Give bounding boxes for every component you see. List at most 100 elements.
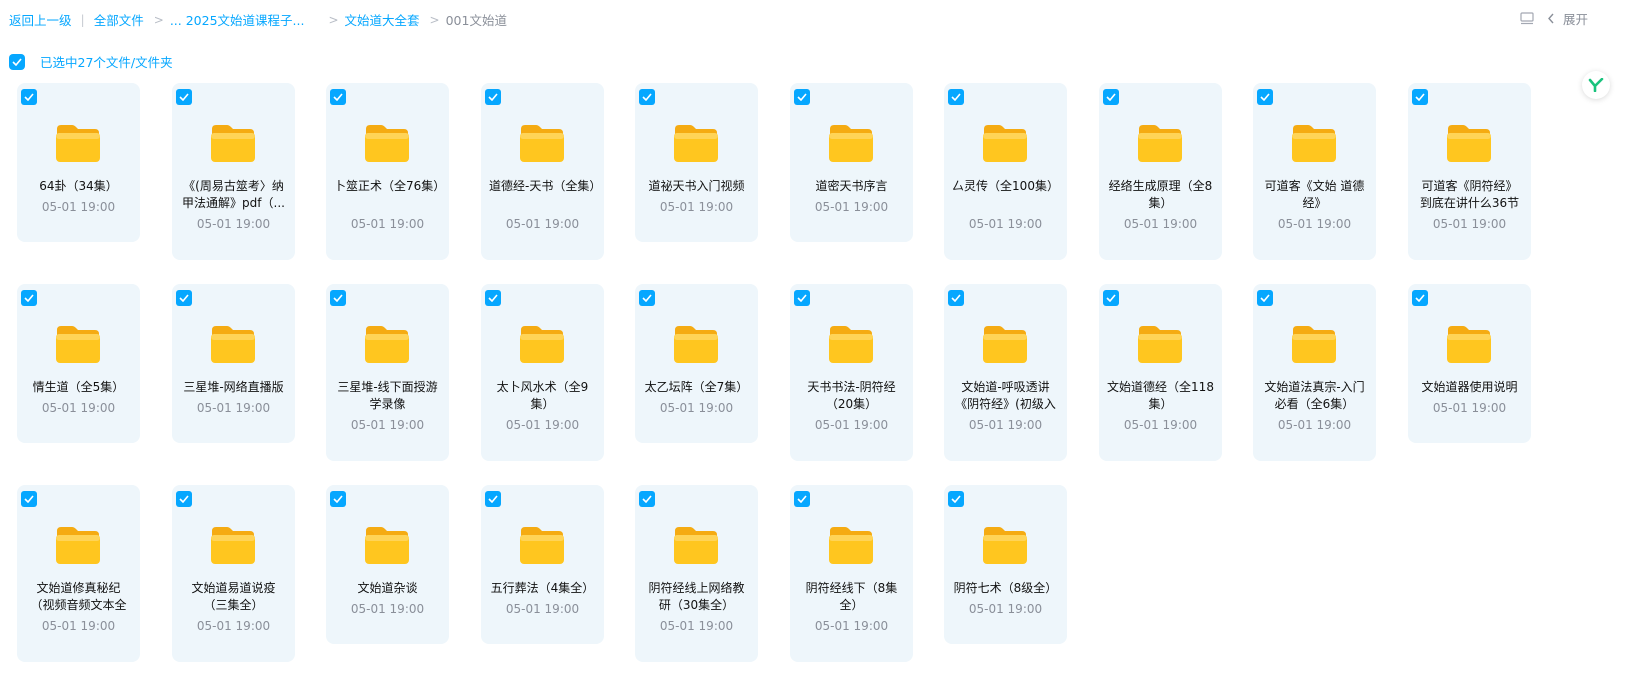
folder-card[interactable]: 文始道器使用说明 05-01 19:00: [1408, 284, 1531, 443]
folder-checkbox[interactable]: [176, 491, 192, 507]
folder-checkbox[interactable]: [485, 290, 501, 306]
folder-card[interactable]: 情生道（全5集） 05-01 19:00: [17, 284, 140, 443]
folder-checkbox[interactable]: [1257, 290, 1273, 306]
folder-checkbox[interactable]: [176, 89, 192, 105]
breadcrumb-item-collection[interactable]: 文始道大全套: [345, 10, 420, 29]
folder-card[interactable]: 太乙坛阵（全7集） 05-01 19:00: [635, 284, 758, 443]
folder-card[interactable]: 太卜风水术（全9集） 05-01 19:00: [481, 284, 604, 461]
folder-card[interactable]: 可道客《阴符经》到底在讲什么36节 05-01 19:00: [1408, 83, 1531, 260]
folder-checkbox[interactable]: [330, 89, 346, 105]
check-icon: [797, 495, 807, 503]
folder-checkbox[interactable]: [21, 290, 37, 306]
folder-card[interactable]: 文始道法真宗-入门必看（全6集） 05-01 19:00: [1253, 284, 1376, 461]
check-icon: [642, 93, 652, 101]
select-all-checkbox[interactable]: [9, 53, 25, 70]
folder-modified-time: 05-01 19:00: [659, 401, 734, 415]
folder-checkbox[interactable]: [1412, 290, 1428, 306]
folder-checkbox[interactable]: [330, 491, 346, 507]
folder-modified-time: 05-01 19:00: [41, 619, 116, 633]
folder-checkbox[interactable]: [794, 89, 810, 105]
folder-checkbox[interactable]: [948, 491, 964, 507]
folder-modified-time: 05-01 19:00: [814, 418, 889, 432]
storage-icon[interactable]: [1519, 11, 1535, 27]
folder-card[interactable]: 64卦（34集） 05-01 19:00: [17, 83, 140, 242]
breadcrumb-item-parent[interactable]: ... 2025文始道课程子...: [170, 10, 305, 29]
folder-name: 经络生成原理（全8集）: [1108, 179, 1213, 210]
folder-name: 阴符七术（8级全）: [953, 581, 1058, 595]
folder-checkbox[interactable]: [21, 89, 37, 105]
folder-card[interactable]: 五行葬法（4集全） 05-01 19:00: [481, 485, 604, 644]
check-icon: [179, 93, 189, 101]
breadcrumb-all-files[interactable]: 全部文件: [94, 10, 144, 29]
folder-modified-time: 05-01 19:00: [814, 619, 889, 633]
folder-checkbox[interactable]: [794, 290, 810, 306]
folder-icon: [1291, 123, 1337, 163]
assistant-badge[interactable]: [1582, 71, 1610, 99]
folder-checkbox[interactable]: [1257, 89, 1273, 105]
folder-card[interactable]: 三星堆-网络直播版 05-01 19:00: [172, 284, 295, 443]
folder-card[interactable]: 文始道易道说疫（三集全） 05-01 19:00: [172, 485, 295, 662]
folder-card[interactable]: 三星堆-线下面授游学录像 05-01 19:00: [326, 284, 449, 461]
folder-card[interactable]: 阴符经线下（8集全） 05-01 19:00: [790, 485, 913, 662]
folder-name: 文始道-呼吸透讲《阴符经》(初级入: [955, 380, 1056, 411]
check-icon: [179, 495, 189, 503]
folder-icon: [1291, 324, 1337, 364]
folder-checkbox[interactable]: [330, 290, 346, 306]
back-link[interactable]: 返回上一级: [9, 10, 72, 29]
folder-checkbox[interactable]: [639, 491, 655, 507]
folder-card[interactable]: 可道客《文始 道德经》 05-01 19:00: [1253, 83, 1376, 260]
folder-modified-time: 05-01 19:00: [814, 200, 889, 214]
folder-name: 可道客《文始 道德经》: [1264, 179, 1365, 210]
folder-card[interactable]: 《(周易古筮考〉纳甲法通解》pdf（... 05-01 19:00: [172, 83, 295, 260]
folder-icon: [55, 525, 101, 565]
folder-card[interactable]: 文始道德经（全118集） 05-01 19:00: [1099, 284, 1222, 461]
folder-modified-time: 05-01 19:00: [196, 217, 271, 231]
check-icon: [333, 495, 343, 503]
folder-checkbox[interactable]: [21, 491, 37, 507]
folder-modified-time: 05-01 19:00: [350, 418, 425, 432]
folder-checkbox[interactable]: [1412, 89, 1428, 105]
folder-modified-time: 05-01 19:00: [1277, 217, 1352, 231]
chevron-left-icon: [1548, 13, 1554, 24]
folder-checkbox[interactable]: [176, 290, 192, 306]
folder-name: 太乙坛阵（全7集）: [644, 380, 749, 394]
folder-checkbox[interactable]: [794, 491, 810, 507]
folder-checkbox[interactable]: [485, 89, 501, 105]
folder-icon: [673, 324, 719, 364]
folder-checkbox[interactable]: [1103, 290, 1119, 306]
folder-checkbox[interactable]: [639, 89, 655, 105]
folder-card[interactable]: 经络生成原理（全8集） 05-01 19:00: [1099, 83, 1222, 260]
folder-modified-time: 05-01 19:00: [659, 200, 734, 214]
check-icon: [24, 294, 34, 302]
folder-card[interactable]: 文始道修真秘纪（视频音频文本全 05-01 19:00: [17, 485, 140, 662]
folder-card[interactable]: 文始道杂谈 05-01 19:00: [326, 485, 449, 644]
folder-name: 道祕天书入门视频: [648, 179, 745, 193]
folder-name: 情生道（全5集）: [32, 380, 125, 394]
folder-checkbox[interactable]: [485, 491, 501, 507]
folder-icon: [1137, 324, 1183, 364]
folder-checkbox[interactable]: [1103, 89, 1119, 105]
expand-button[interactable]: 展开: [1547, 9, 1588, 28]
folder-name: 文始道易道说疫（三集全）: [191, 581, 276, 612]
folder-card[interactable]: 阴符经线上网络教研（30集全） 05-01 19:00: [635, 485, 758, 662]
folder-checkbox[interactable]: [948, 290, 964, 306]
folder-checkbox[interactable]: [639, 290, 655, 306]
folder-card[interactable]: 阴符七术（8级全） 05-01 19:00: [944, 485, 1067, 644]
folder-name: 五行葬法（4集全）: [490, 581, 595, 595]
folder-card[interactable]: 厶灵传（全100集） 05-01 19:00: [944, 83, 1067, 260]
folder-card[interactable]: 卜筮正术（全76集） 05-01 19:00: [326, 83, 449, 260]
folder-checkbox[interactable]: [948, 89, 964, 105]
check-icon: [488, 93, 498, 101]
folder-card[interactable]: 天书书法-阴符经（20集） 05-01 19:00: [790, 284, 913, 461]
folder-modified-time: 05-01 19:00: [196, 401, 271, 415]
check-icon: [1415, 294, 1425, 302]
selection-bar: 已选中27个文件/文件夹: [9, 52, 173, 71]
folder-card[interactable]: 道德经-天书（全集） 05-01 19:00: [481, 83, 604, 260]
check-icon: [1260, 294, 1270, 302]
check-icon: [12, 57, 22, 66]
folder-card[interactable]: 道密天书序言 05-01 19:00: [790, 83, 913, 242]
breadcrumb-current: 001文始道: [445, 13, 507, 28]
folder-card[interactable]: 文始道-呼吸透讲《阴符经》(初级入 05-01 19:00: [944, 284, 1067, 461]
folder-card[interactable]: 道祕天书入门视频 05-01 19:00: [635, 83, 758, 242]
folder-icon: [364, 525, 410, 565]
